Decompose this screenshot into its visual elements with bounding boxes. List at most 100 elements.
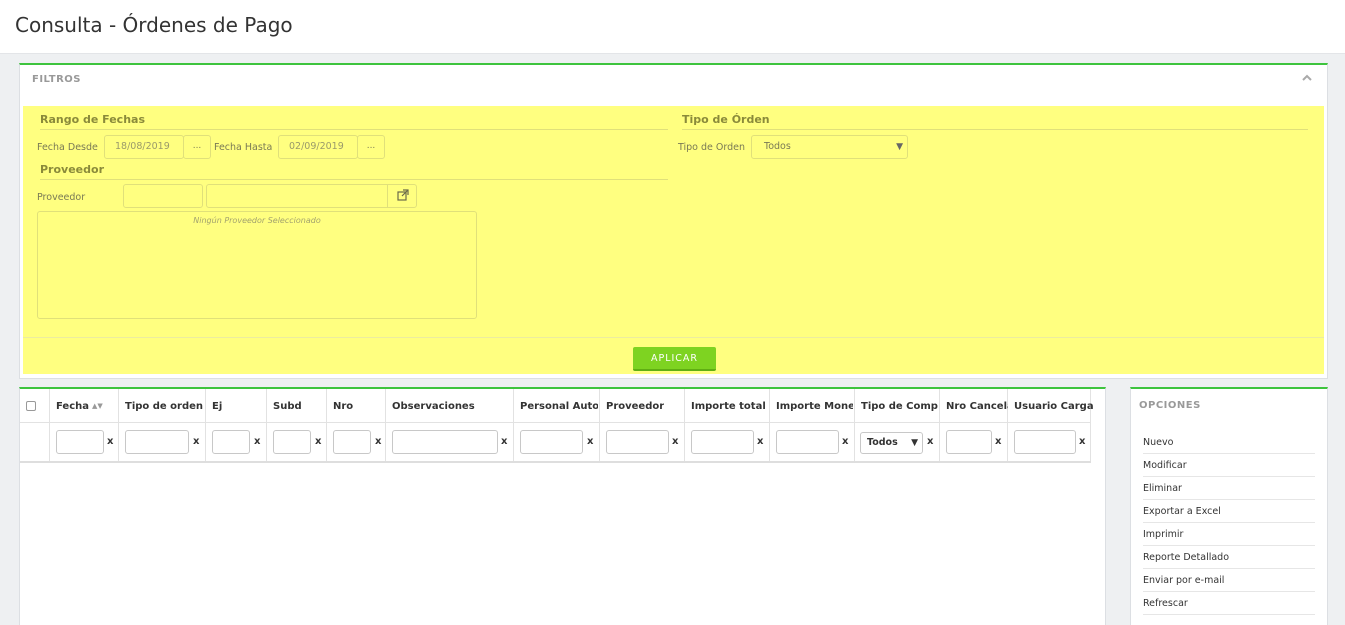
column-header-usuario-carga[interactable]: Usuario Carga [1008,389,1094,422]
option-eliminar[interactable]: Eliminar [1143,477,1315,500]
tipo-orden-label: Tipo de Orden [678,142,746,153]
filters-title: FILTROS [32,74,81,85]
column-label: Tipo de Compr [861,401,938,412]
chevron-up-icon[interactable] [1301,73,1313,83]
proveedor-empty-text: Ningún Proveedor Seleccionado [193,216,321,225]
filter-input-tipo-orden[interactable] [125,430,189,454]
filter-cell-observaciones: x [386,423,514,461]
column-label: Subd [273,401,302,412]
tipo-orden-title: Tipo de Órden [682,113,1308,130]
option-modificar[interactable]: Modificar [1143,454,1315,477]
fecha-hasta-picker-button[interactable]: ... [357,135,385,159]
filter-cell-importe-total: x [685,423,770,461]
column-header-importe-total[interactable]: Importe total [685,389,770,422]
filter-cell-fecha: x [50,423,119,461]
filter-input-importe-moneda[interactable] [776,430,839,454]
filter-cell-usuario-carga: x [1008,423,1091,461]
clear-filter-icon[interactable]: x [995,436,1001,447]
clear-filter-icon[interactable]: x [315,436,321,447]
caret-down-icon: ▼ [896,142,903,152]
column-label: Observaciones [392,401,475,412]
clear-filter-icon[interactable]: x [1079,436,1085,447]
column-label: Personal Autor [520,401,598,412]
proveedor-selected-list[interactable]: Ningún Proveedor Seleccionado [37,211,477,319]
column-label: Usuario Carga [1014,401,1094,412]
filter-input-proveedor[interactable] [606,430,669,454]
filter-cell-nro: x [327,423,386,461]
proveedor-code-input[interactable] [123,184,203,208]
column-label: Nro Cancela [946,401,1008,412]
column-label: Nro [333,401,354,412]
options-list: Nuevo Modificar Eliminar Exportar a Exce… [1143,431,1315,615]
fecha-desde-input[interactable]: 18/08/2019 [104,135,184,159]
tipo-orden-select[interactable]: Todos ▼ [751,135,908,159]
option-refrescar[interactable]: Refrescar [1143,592,1315,615]
filter-select-tipo-comprobante[interactable]: Todos ▼ [860,432,923,454]
filter-input-usuario-carga[interactable] [1014,430,1076,454]
column-label: Proveedor [606,401,665,412]
grid-select-all-cell [20,389,50,422]
tipo-orden-select-value: Todos [764,141,791,152]
select-all-checkbox[interactable] [26,401,36,411]
apply-button[interactable]: APLICAR [633,347,716,371]
column-header-importe-moneda[interactable]: Importe Monec [770,389,855,422]
page-header: Consulta - Órdenes de Pago [0,0,1345,54]
proveedor-name-input[interactable] [206,184,388,208]
sort-icon: ▲▼ [92,402,103,410]
filter-cell-blank [20,423,50,461]
option-enviar-email[interactable]: Enviar por e-mail [1143,569,1315,592]
column-label: Importe total [691,401,766,412]
clear-filter-icon[interactable]: x [842,436,848,447]
option-reporte-detallado[interactable]: Reporte Detallado [1143,546,1315,569]
column-header-personal-autor[interactable]: Personal Autor [514,389,600,422]
clear-filter-icon[interactable]: x [254,436,260,447]
filter-input-nro-cancelacion[interactable] [946,430,992,454]
filter-select-value: Todos [867,437,898,448]
clear-filter-icon[interactable]: x [375,436,381,447]
clear-filter-icon[interactable]: x [672,436,678,447]
fecha-hasta-label: Fecha Hasta [214,142,273,153]
column-header-nro-cancelacion[interactable]: Nro Cancela [940,389,1008,422]
clear-filter-icon[interactable]: x [501,436,507,447]
column-header-tipo-orden[interactable]: Tipo de orden [119,389,206,422]
filter-input-ej[interactable] [212,430,250,454]
clear-filter-icon[interactable]: x [107,436,113,447]
option-imprimir[interactable]: Imprimir [1143,523,1315,546]
filter-cell-proveedor: x [600,423,685,461]
clear-filter-icon[interactable]: x [757,436,763,447]
filter-input-personal-autor[interactable] [520,430,583,454]
clear-filter-icon[interactable]: x [193,436,199,447]
column-header-subd[interactable]: Subd [267,389,327,422]
options-title: OPCIONES [1139,400,1201,411]
fecha-desde-picker-button[interactable]: ... [183,135,211,159]
clear-filter-icon[interactable]: x [927,436,933,447]
rango-fechas-title: Rango de Fechas [40,113,668,130]
proveedor-search-button[interactable] [387,184,417,208]
filter-cell-importe-moneda: x [770,423,855,461]
filter-input-fecha[interactable] [56,430,104,454]
column-header-proveedor[interactable]: Proveedor [600,389,685,422]
filter-cell-subd: x [267,423,327,461]
column-header-tipo-comprobante[interactable]: Tipo de Compr [855,389,940,422]
clear-filter-icon[interactable]: x [587,436,593,447]
results-grid: Fecha ▲▼ Tipo de orden Ej Subd Nro Observ… [19,387,1106,625]
filters-footer-divider [23,337,1324,338]
column-label: Importe Monec [776,401,853,412]
filter-input-importe-total[interactable] [691,430,754,454]
column-header-fecha[interactable]: Fecha ▲▼ [50,389,119,422]
filter-cell-personal-autor: x [514,423,600,461]
column-header-nro[interactable]: Nro [327,389,386,422]
column-header-ej[interactable]: Ej [206,389,267,422]
filter-input-observaciones[interactable] [392,430,498,454]
grid-filter-row: x x x x x x x x x x Todos ▼ x x x [20,423,1091,463]
filter-input-subd[interactable] [273,430,311,454]
option-nuevo[interactable]: Nuevo [1143,431,1315,454]
external-link-icon [397,189,409,201]
proveedor-title: Proveedor [40,163,668,180]
filter-input-nro[interactable] [333,430,371,454]
fecha-hasta-input[interactable]: 02/09/2019 [278,135,358,159]
filter-cell-tipo-orden: x [119,423,206,461]
caret-down-icon: ▼ [911,438,918,448]
column-header-observaciones[interactable]: Observaciones [386,389,514,422]
option-exportar-excel[interactable]: Exportar a Excel [1143,500,1315,523]
